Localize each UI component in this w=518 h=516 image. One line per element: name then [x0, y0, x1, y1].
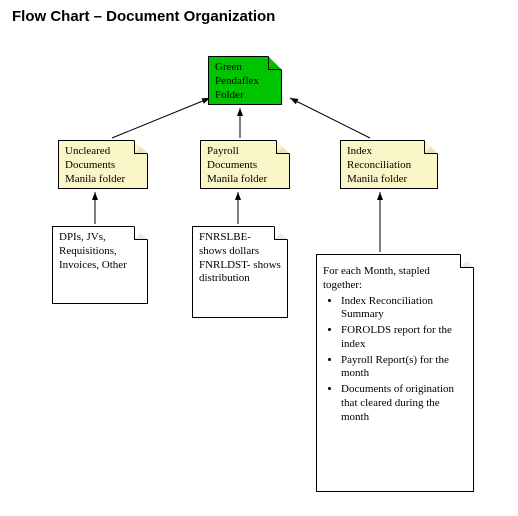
- node-line: Manila folder: [347, 173, 407, 185]
- node-line: Manila folder: [65, 173, 125, 185]
- node-line: Documents: [65, 159, 115, 171]
- node-line: Manila folder: [207, 173, 267, 185]
- node-line: Folder: [215, 89, 244, 101]
- node-line: Documents: [207, 159, 257, 171]
- detail-text: DPIs, JVs, Requisitions, Invoices, Other: [59, 231, 127, 271]
- detail-text: FNRSLBE- shows dollars FNRLDST- shows di…: [199, 231, 281, 284]
- node-mid-uncleared: Uncleared Documents Manila folder: [58, 140, 148, 189]
- node-line: Reconciliation: [347, 159, 411, 171]
- node-mid-payroll: Payroll Documents Manila folder: [200, 140, 290, 189]
- detail-right-bullets: Index Reconciliation Summary FOROLDS rep…: [323, 295, 467, 425]
- detail-right: For each Month, stapled together: Index …: [316, 254, 474, 492]
- bullet-item: Index Reconciliation Summary: [341, 295, 467, 323]
- node-line: Uncleared: [65, 145, 110, 157]
- node-line: Index: [347, 145, 372, 157]
- bullet-item: Documents of origination that cleared du…: [341, 383, 467, 424]
- detail-center: FNRSLBE- shows dollars FNRLDST- shows di…: [192, 226, 288, 318]
- flowchart-canvas: Green Pendaflex Folder Uncleared Documen…: [0, 0, 518, 516]
- node-top-green-pendaflex: Green Pendaflex Folder: [208, 56, 282, 105]
- node-line: Green: [215, 61, 242, 73]
- bullet-item: Payroll Report(s) for the month: [341, 354, 467, 382]
- bullet-item: FOROLDS report for the index: [341, 324, 467, 352]
- node-line: Payroll: [207, 145, 239, 157]
- node-mid-index-recon: Index Reconciliation Manila folder: [340, 140, 438, 189]
- detail-left: DPIs, JVs, Requisitions, Invoices, Other: [52, 226, 148, 304]
- detail-right-intro: For each Month, stapled together:: [323, 265, 430, 291]
- node-line: Pendaflex: [215, 75, 259, 87]
